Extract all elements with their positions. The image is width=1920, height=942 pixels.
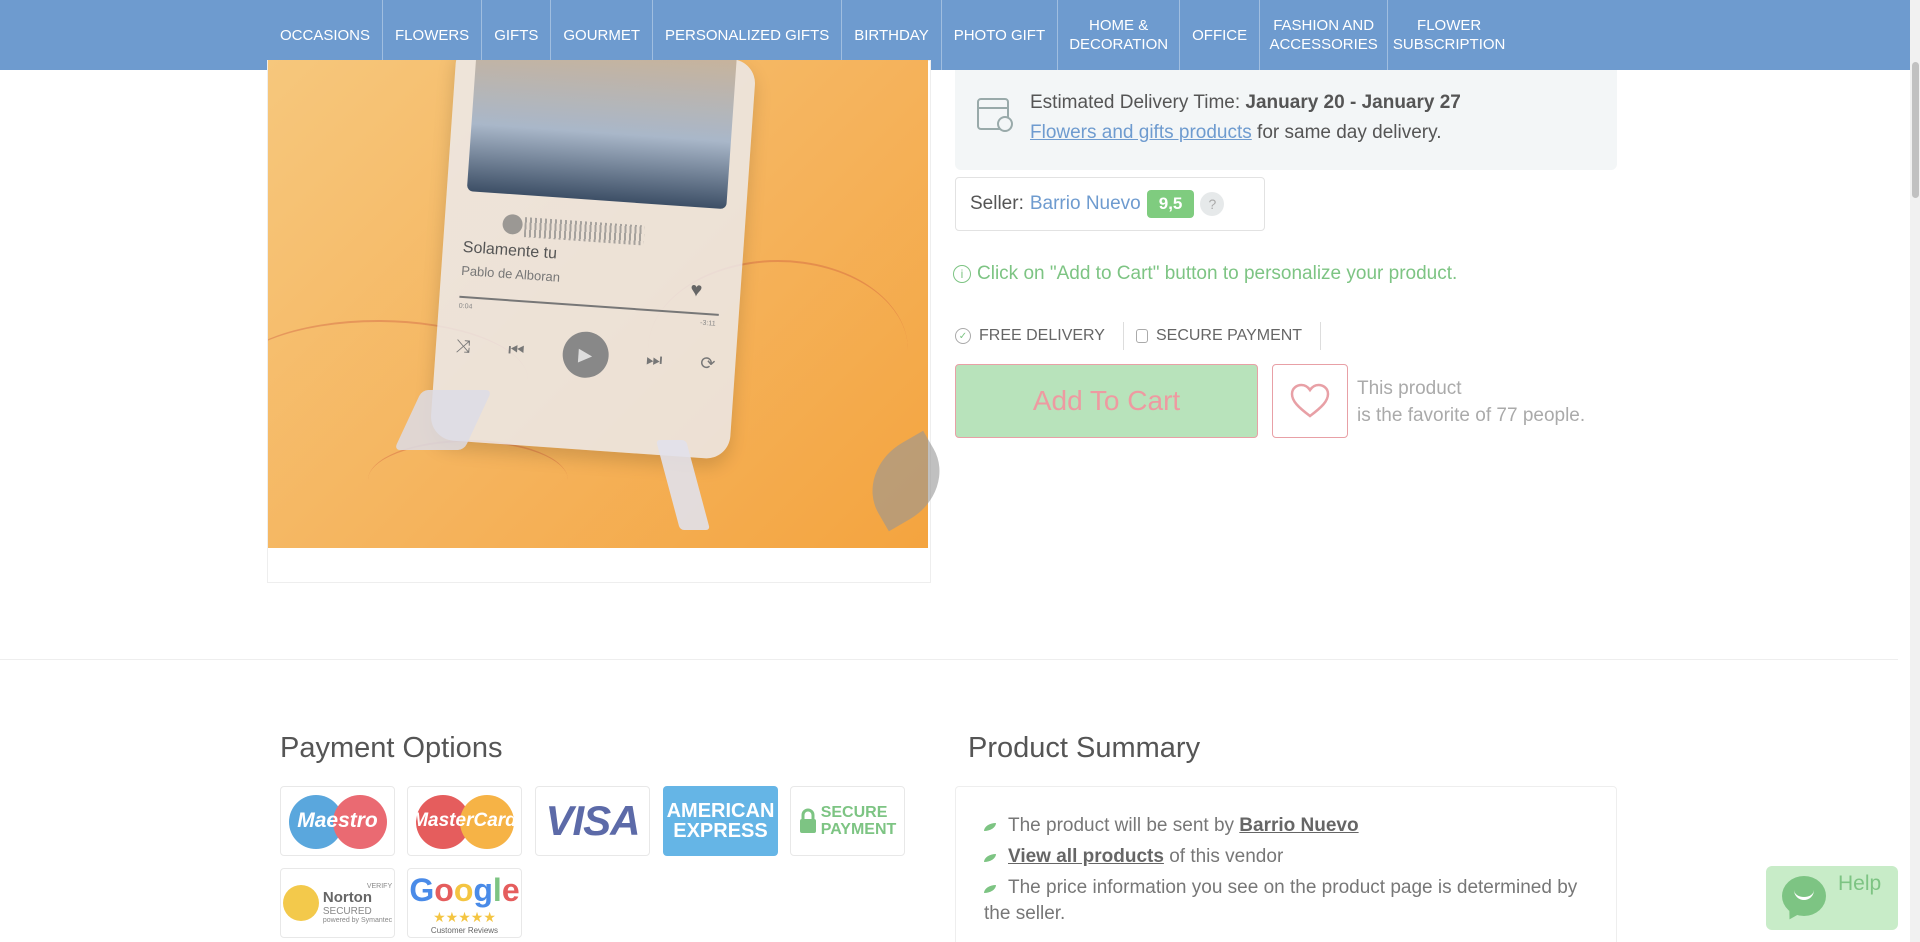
google-customer-reviews: Customer Reviews [430,925,499,935]
secure-payment-logo: SECURE PAYMENT [790,786,905,856]
norton-name: Norton [322,888,373,906]
page-scrollbar[interactable] [1910,0,1920,942]
seller-score-help-icon[interactable]: ? [1200,192,1225,216]
song-artist: Pablo de Alboran [460,262,561,285]
info-icon: i [953,265,971,283]
same-day-delivery-note: Flowers and gifts products for same day … [1030,122,1442,144]
personalize-info-text: Click on "Add to Cart" button to persona… [977,263,1458,284]
summary-seller-link[interactable]: Barrio Nuevo [1239,815,1358,836]
summary-price-info-text: The price information you see on the pro… [984,877,1578,924]
time-remaining: -3:11 [699,319,716,328]
add-to-cart-button[interactable]: Add To Cart [955,364,1258,438]
delivery-estimate: Estimated Delivery Time: January 20 - Ja… [1030,92,1461,114]
nav-item-photo-gift[interactable]: PHOTO GIFT [942,0,1059,70]
favorite-line-1: This product [1357,378,1462,399]
song-title: Solamente tu [462,238,558,263]
favorite-count-text: This product is the favorite of 77 peopl… [1357,375,1585,429]
visa-logo: VISA [535,786,650,856]
norton-secured: SECURED [322,905,372,917]
chat-bubble-icon [1782,876,1826,916]
summary-item-vendor-products: View all products of this vendor [984,844,1594,870]
free-delivery-badge: ✓ FREE DELIVERY [955,322,1124,350]
shuffle-icon: ⤨ [455,335,472,357]
play-icon: ▶ [560,330,610,380]
heart-icon: ♥ [689,278,704,302]
amex-logo: AMERICAN EXPRESS [663,786,778,856]
free-delivery-label: FREE DELIVERY [979,327,1105,344]
song-progress-bar [459,295,719,316]
maestro-logo: Maestro [280,786,395,856]
add-to-favorites-button[interactable] [1272,364,1348,438]
product-summary-title: Product Summary [968,732,1201,764]
norton-secured-logo: VERIFY Norton SECURED powered by Symante… [280,868,395,938]
product-summary-box: The product will be sent by Barrio Nuevo… [955,786,1617,942]
mastercard-text: MasterCard [412,810,517,831]
google-reviews-logo: Google ★★★★★ Customer Reviews [407,868,522,938]
view-all-products-link[interactable]: View all products [1008,846,1164,867]
section-divider [0,659,1898,660]
texture-crack [368,440,568,520]
spotify-code-wave [523,217,645,246]
trust-badges: ✓ FREE DELIVERY SECURE PAYMENT [955,322,1333,350]
norton-powered-by: powered by Symantec [322,916,393,924]
summary-item-seller: The product will be sent by Barrio Nuevo [984,813,1594,839]
delivery-dates: January 20 - January 27 [1245,92,1461,113]
secure-payment-label: SECURE PAYMENT [1155,327,1303,344]
padlock-icon [799,808,816,833]
leaf-bullet-icon [984,885,996,893]
next-icon: ⏭ [645,348,664,370]
amex-text: AMERICAN EXPRESS [667,801,775,841]
nav-item-office[interactable]: OFFICE [1180,0,1261,70]
nav-item-fashion-accessories[interactable]: FASHION AND ACCESSORIES [1260,0,1389,70]
secure-payment-badge: SECURE PAYMENT [1135,322,1322,350]
norton-check-icon [282,885,319,921]
spotify-icon [501,213,524,236]
norton-text-block: VERIFY Norton SECURED powered by Symante… [323,883,392,924]
summary-vendor-suffix: of this vendor [1169,846,1284,867]
delivery-label: Estimated Delivery Time: [1030,92,1241,113]
plaque-photo [466,60,737,210]
same-day-suffix: for same day delivery. [1257,122,1442,143]
secure-line-2: PAYMENT [820,821,897,838]
product-image[interactable]: Solamente tu Pablo de Alboran ♥ 0:04 -3:… [268,60,928,548]
help-chat-button[interactable]: Help [1766,866,1898,930]
seller-label: Seller: [970,193,1024,214]
time-elapsed: 0:04 [458,302,473,311]
repeat-icon: ⟳ [699,352,717,374]
amex-line-1: AMERICAN [666,800,775,822]
delivery-info-box: Estimated Delivery Time: January 20 - Ja… [955,70,1617,170]
summary-item-seller-text: The product will be sent by [1008,815,1235,836]
scrollbar-thumb[interactable] [1912,62,1919,198]
leaf-bullet-icon [984,823,996,831]
google-wordmark: Google [409,871,520,908]
personalize-info-note: i Click on "Add to Cart" button to perso… [953,263,1457,285]
google-rating-stars: ★★★★★ [433,908,496,925]
amex-line-2: EXPRESS [673,820,768,842]
seller-name-link[interactable]: Barrio Nuevo [1030,193,1141,215]
seller-score-badge: 9,5 [1146,190,1195,218]
calendar-icon [977,98,1013,132]
secure-line-1: SECURE [820,804,888,821]
secure-payment-logo-text: SECURE PAYMENT [821,804,897,838]
lock-icon [1135,329,1148,343]
nav-item-home-decoration[interactable]: HOME & DECORATION [1058,0,1181,70]
favorite-line-2: is the favorite of 77 people. [1357,405,1586,426]
help-label: Help [1838,872,1882,895]
visa-text: VISA [545,797,640,844]
player-controls: ⤨ ⏮ ▶ ⏭ ⟳ [454,323,717,387]
previous-icon: ⏮ [507,338,526,360]
mastercard-logo: MasterCard [407,786,522,856]
payment-options-title: Payment Options [280,732,503,764]
smile-icon [1794,888,1814,900]
summary-item-price-info: The price information you see on the pro… [984,875,1594,927]
check-circle-icon: ✓ [955,328,971,344]
clock-icon [997,116,1013,132]
nav-item-flower-subscription[interactable]: FLOWER SUBSCRIPTION [1388,0,1510,70]
maestro-text: Maestro [297,809,378,832]
same-day-products-link[interactable]: Flowers and gifts products [1030,122,1252,143]
seller-info: Seller: Barrio Nuevo 9,5 ? [955,177,1265,231]
leaf-bullet-icon [984,854,996,862]
heart-outline-icon [1290,383,1330,418]
